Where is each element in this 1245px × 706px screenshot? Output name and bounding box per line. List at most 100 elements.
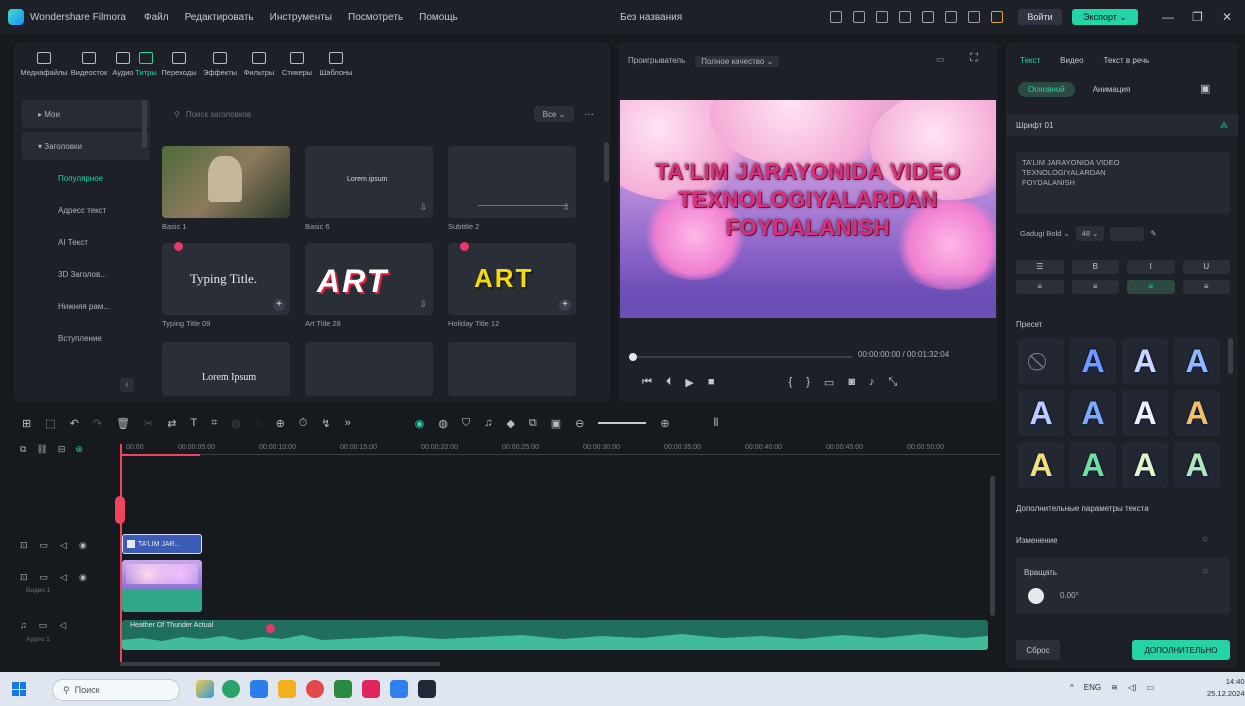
layout-icon[interactable]	[876, 11, 888, 23]
motion-icon[interactable]: ↯	[321, 417, 330, 430]
advanced-text-label[interactable]: Дополнительные параметры текста	[1016, 504, 1149, 513]
wifi-icon[interactable]: ≋	[1111, 683, 1118, 692]
sidebar-item-intro[interactable]: Вступление	[22, 324, 150, 352]
search-input[interactable]: ⚲ Поиск заголовков	[164, 105, 524, 123]
ai-icon[interactable]: ⁂	[1220, 121, 1228, 130]
play-icon[interactable]: ▶	[685, 376, 693, 389]
maximize-icon[interactable]: ❐	[1192, 10, 1203, 24]
quality-dropdown[interactable]: Полное качество ⌄	[695, 56, 780, 67]
advanced-button[interactable]: ДОПОЛНИТЕЛЬНО	[1132, 640, 1230, 660]
sidebar-item-ai-text[interactable]: AI Текст	[22, 228, 150, 256]
title-card[interactable]: ⇩	[448, 146, 576, 218]
preset-item[interactable]: A	[1070, 442, 1116, 488]
timeline-ruler[interactable]: 00:00 00:00:05:00 00:00:10:00 00:00:15:0…	[120, 440, 1000, 460]
more-tools-icon[interactable]: »	[345, 417, 351, 429]
render-icon[interactable]: ◉	[415, 417, 425, 430]
yandex-icon[interactable]	[306, 680, 324, 698]
toggle-icon[interactable]: ○	[1202, 534, 1208, 545]
add-icon[interactable]: +	[273, 299, 285, 311]
snapshot-icon[interactable]: ▭	[936, 54, 945, 65]
zoom-in-icon[interactable]: ⊕	[660, 417, 669, 430]
cut-icon[interactable]: ✂	[144, 417, 153, 430]
split-audio-icon[interactable]: ⇄	[167, 417, 176, 430]
font-dropdown[interactable]: Gadugi Bold ⌄	[1020, 229, 1070, 238]
tab-templates[interactable]: Шаблоны	[316, 52, 356, 90]
volume-tray-icon[interactable]: ◁)	[1128, 683, 1137, 692]
preset-item[interactable]: A	[1070, 338, 1116, 384]
colors-app-icon[interactable]	[362, 680, 380, 698]
mail-icon[interactable]	[390, 680, 408, 698]
title-card[interactable]	[448, 342, 576, 396]
snapshot-frame-icon[interactable]: ▣	[551, 417, 561, 430]
taskbar-search[interactable]: ⚲ Поиск	[52, 679, 180, 701]
mark-out-icon[interactable]: }	[806, 376, 810, 389]
sidebar-item-lower-thirds[interactable]: Нижняя рам...	[22, 292, 150, 320]
video-clip[interactable]	[122, 560, 202, 612]
title-card[interactable]: ART +	[448, 243, 576, 315]
resize-icon[interactable]: ⤡	[888, 376, 897, 389]
menu-help[interactable]: Помощь	[419, 12, 458, 23]
layout-grid-icon[interactable]: ⊞	[22, 417, 31, 430]
rotate-value[interactable]: 0.00°	[1060, 591, 1079, 600]
playback-progress[interactable]	[629, 353, 852, 361]
sidebar-item-mine[interactable]: ▸ Мои	[22, 100, 150, 128]
sidebar-scrollbar[interactable]	[142, 100, 147, 148]
eyedropper-icon[interactable]: ✎	[1150, 229, 1156, 238]
collapse-sidebar-icon[interactable]: ‹	[120, 378, 134, 392]
tab-audio[interactable]: Аудио	[112, 52, 134, 90]
tab-effects[interactable]: Эффекты	[200, 52, 240, 90]
sidebar-item-popular[interactable]: Популярное	[22, 164, 150, 192]
language-indicator[interactable]: ENG	[1084, 683, 1101, 692]
widgets-icon[interactable]	[196, 680, 214, 698]
download-icon[interactable]: ⇩	[419, 299, 427, 310]
zoom-slider[interactable]	[598, 422, 647, 424]
bold-icon[interactable]: B	[1071, 260, 1119, 274]
title-card[interactable]: Typing Title. +	[162, 243, 290, 315]
align-left-icon[interactable]: ≡	[1016, 280, 1064, 294]
zoom-tool-icon[interactable]: ⊕	[276, 417, 285, 430]
timeline-vscrollbar[interactable]	[990, 476, 995, 616]
preset-item[interactable]: A	[1070, 390, 1116, 436]
align-right-icon[interactable]: ≡	[1182, 280, 1230, 294]
marker-icon[interactable]: ◍	[438, 417, 448, 430]
ai-audio-icon[interactable]: ◆	[506, 417, 514, 430]
reset-button[interactable]: Сброс	[1016, 640, 1060, 660]
save-icon[interactable]	[899, 11, 911, 23]
text-tool-icon[interactable]: T	[190, 417, 197, 429]
snap-icon[interactable]: ⊟	[58, 444, 66, 455]
battery-icon[interactable]: ▭	[1147, 683, 1155, 692]
redo-icon[interactable]: ↷	[93, 417, 102, 430]
speed-icon[interactable]: ⏱	[299, 417, 308, 430]
filmora-taskbar-icon[interactable]	[418, 680, 436, 698]
mark-in-icon[interactable]: {	[789, 376, 793, 389]
download-icon[interactable]: ⇩	[562, 202, 570, 213]
italic-icon[interactable]: I	[1127, 260, 1175, 274]
reset-rotate-icon[interactable]: ○	[1202, 566, 1208, 577]
shield-icon[interactable]: ⛉	[462, 417, 470, 430]
title-card[interactable]	[305, 342, 433, 396]
track-eye-icon[interactable]: ◉	[79, 572, 87, 583]
preset-item[interactable]: A	[1122, 442, 1168, 488]
color-icon[interactable]: ◎	[231, 417, 241, 430]
preset-item[interactable]: A	[1018, 390, 1064, 436]
file-explorer-icon[interactable]	[278, 680, 296, 698]
timeline-hscrollbar[interactable]	[120, 662, 440, 666]
tab-titles[interactable]: Титры	[134, 52, 158, 90]
tab-video[interactable]: Видео	[1060, 56, 1083, 65]
monitor-icon[interactable]: ▭	[824, 376, 834, 389]
menu-tools[interactable]: Инструменты	[270, 12, 332, 23]
sidebar-item-3d-titles[interactable]: 3D Заголов...	[22, 260, 150, 288]
subtab-basic[interactable]: Основной	[1018, 82, 1075, 97]
track-folder-icon[interactable]: ▭	[39, 620, 48, 631]
volume-icon[interactable]: ♪	[869, 376, 875, 389]
microphone-icon[interactable]: ♫	[484, 417, 492, 429]
track-audio-icon[interactable]: ◁	[60, 572, 67, 583]
tab-text[interactable]: Текст	[1020, 56, 1040, 65]
tab-text-to-speech[interactable]: Текст в речь	[1104, 56, 1150, 65]
preset-item[interactable]: A	[1122, 390, 1168, 436]
playhead[interactable]	[120, 444, 122, 662]
stats-icon[interactable]	[968, 11, 980, 23]
gift-icon[interactable]	[945, 11, 957, 23]
delete-icon[interactable]: 🗑	[116, 417, 130, 430]
sidebar-item-address-text[interactable]: Адресс текст	[22, 196, 150, 224]
